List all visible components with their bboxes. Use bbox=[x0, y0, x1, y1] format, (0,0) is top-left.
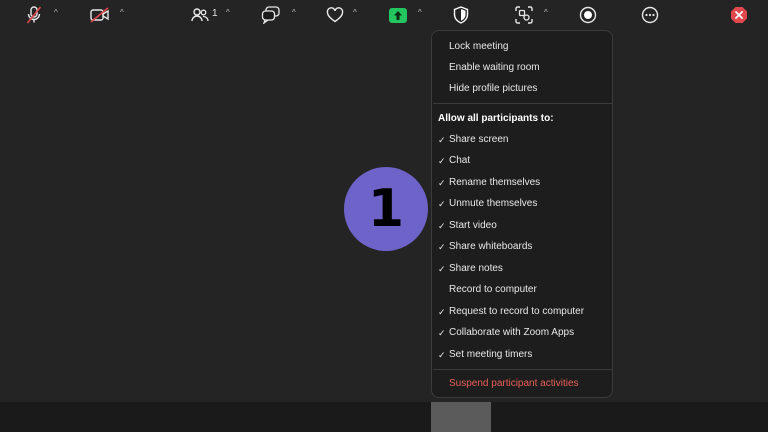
apps-icon bbox=[515, 6, 533, 24]
record-icon bbox=[579, 6, 597, 24]
reactions-options-chevron[interactable]: ^ bbox=[353, 8, 357, 17]
menu-item-label: Hide profile pictures bbox=[449, 83, 538, 94]
check-icon: ✓ bbox=[438, 178, 446, 188]
record-button[interactable] bbox=[578, 0, 598, 30]
reactions-button[interactable] bbox=[325, 0, 345, 30]
shield-icon bbox=[453, 6, 469, 24]
menu-divider bbox=[433, 369, 612, 370]
menu-item-suspend-participant-activities[interactable]: Suspend participant activities bbox=[432, 374, 612, 394]
menu-item-label: Share whiteboards bbox=[449, 241, 533, 252]
menu-item-record-to-computer[interactable]: Record to computer bbox=[432, 280, 612, 300]
menu-item-label: Collaborate with Zoom Apps bbox=[449, 327, 575, 338]
menu-item-unmute-themselves[interactable]: ✓ Unmute themselves bbox=[432, 194, 612, 214]
participants-button[interactable] bbox=[191, 0, 209, 30]
chat-options-chevron[interactable]: ^ bbox=[292, 8, 296, 17]
menu-item-label: Share screen bbox=[449, 134, 509, 145]
menu-item-chat[interactable]: ✓ Chat bbox=[432, 151, 612, 171]
mute-options-chevron[interactable]: ^ bbox=[54, 8, 58, 17]
menu-item-share-whiteboards[interactable]: ✓ Share whiteboards bbox=[432, 237, 612, 257]
video-off-icon bbox=[90, 7, 109, 23]
menu-item-request-to-record[interactable]: ✓ Request to record to computer bbox=[432, 302, 612, 322]
meeting-stage: 1 bbox=[0, 0, 768, 402]
share-options-chevron[interactable]: ^ bbox=[418, 8, 422, 17]
menu-item-share-screen[interactable]: ✓ Share screen bbox=[432, 130, 612, 150]
check-icon: ✓ bbox=[438, 350, 446, 360]
menu-divider bbox=[433, 103, 612, 104]
end-meeting-button[interactable] bbox=[729, 0, 749, 30]
check-icon: ✓ bbox=[438, 264, 446, 274]
security-button[interactable] bbox=[431, 0, 491, 30]
menu-item-share-notes[interactable]: ✓ Share notes bbox=[432, 259, 612, 279]
mute-button[interactable] bbox=[24, 0, 44, 30]
menu-item-label: Suspend participant activities bbox=[449, 378, 579, 389]
menu-item-enable-waiting-room[interactable]: Enable waiting room bbox=[432, 58, 612, 78]
menu-item-label: Unmute themselves bbox=[449, 198, 538, 209]
share-screen-icon bbox=[389, 7, 407, 23]
participants-count: 1 bbox=[212, 8, 218, 19]
menu-item-label: Rename themselves bbox=[449, 177, 541, 188]
heart-icon bbox=[326, 7, 344, 23]
meeting-toolbar bbox=[0, 402, 768, 432]
check-icon: ✓ bbox=[438, 307, 446, 317]
check-icon: ✓ bbox=[438, 135, 446, 145]
menu-item-rename-themselves[interactable]: ✓ Rename themselves bbox=[432, 173, 612, 193]
menu-item-label: Request to record to computer bbox=[449, 306, 585, 317]
menu-item-label: Share notes bbox=[449, 263, 503, 274]
participants-icon bbox=[191, 8, 209, 22]
menu-item-lock-meeting[interactable]: Lock meeting bbox=[432, 37, 612, 57]
check-icon: ✓ bbox=[438, 156, 446, 166]
chat-icon bbox=[261, 6, 280, 24]
check-icon: ✓ bbox=[438, 328, 446, 338]
menu-item-label: Start video bbox=[449, 220, 497, 231]
menu-item-collaborate-zoom-apps[interactable]: ✓ Collaborate with Zoom Apps bbox=[432, 323, 612, 343]
menu-item-set-meeting-timers[interactable]: ✓ Set meeting timers bbox=[432, 345, 612, 365]
check-icon: ✓ bbox=[438, 221, 446, 231]
check-icon: ✓ bbox=[438, 199, 446, 209]
video-button[interactable] bbox=[89, 0, 111, 30]
menu-section-header: Allow all participants to: bbox=[438, 113, 554, 124]
security-menu: Lock meeting Enable waiting room Hide pr… bbox=[431, 30, 613, 398]
menu-item-label: Enable waiting room bbox=[449, 62, 540, 73]
video-options-chevron[interactable]: ^ bbox=[120, 8, 124, 17]
menu-item-start-video[interactable]: ✓ Start video bbox=[432, 216, 612, 236]
microphone-muted-icon bbox=[26, 6, 42, 24]
menu-item-label: Lock meeting bbox=[449, 41, 509, 52]
participants-options-chevron[interactable]: ^ bbox=[226, 8, 230, 17]
menu-item-label: Set meeting timers bbox=[449, 349, 533, 360]
more-icon bbox=[641, 6, 659, 24]
end-meeting-icon bbox=[731, 7, 747, 23]
participant-avatar: 1 bbox=[344, 167, 428, 251]
chat-button[interactable] bbox=[261, 0, 281, 30]
apps-options-chevron[interactable]: ^ bbox=[544, 8, 548, 17]
menu-item-hide-profile-pictures[interactable]: Hide profile pictures bbox=[432, 79, 612, 99]
share-screen-button[interactable] bbox=[388, 0, 408, 30]
apps-button[interactable] bbox=[514, 0, 534, 30]
more-button[interactable] bbox=[640, 0, 660, 30]
menu-item-label: Chat bbox=[449, 155, 471, 166]
security-button-active-bg bbox=[431, 402, 491, 432]
menu-item-label: Record to computer bbox=[449, 284, 537, 295]
check-icon: ✓ bbox=[438, 242, 446, 252]
avatar-initial: 1 bbox=[367, 179, 405, 239]
